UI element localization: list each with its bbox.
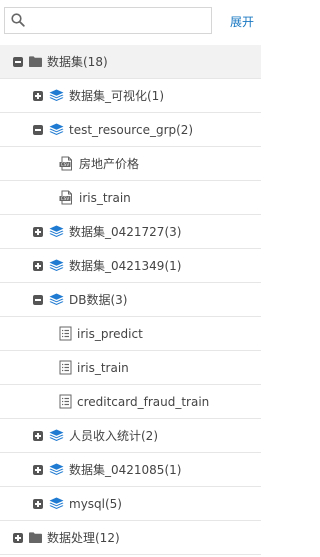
search-input[interactable]: [31, 10, 207, 31]
tree-node-label: 数据集_0421349(1): [69, 259, 182, 273]
layers-icon: [49, 497, 64, 510]
svg-text:CSV: CSV: [61, 162, 70, 167]
tree-node-group[interactable]: test_resource_grp(2): [0, 113, 261, 147]
layers-icon: [49, 293, 64, 306]
tree-node-label: iris_predict: [77, 326, 143, 341]
expand-toggle-icon[interactable]: [33, 226, 43, 237]
collapse-toggle-icon[interactable]: [33, 124, 43, 135]
search-box[interactable]: [4, 7, 212, 34]
tree-node-label: 数据处理(12): [47, 531, 120, 545]
tree-node-group[interactable]: 数据集_0421349(1): [0, 249, 261, 283]
csv-file-icon: CSV: [59, 190, 74, 205]
layers-icon: [49, 463, 64, 476]
layers-icon: [49, 429, 64, 442]
expand-toggle-icon[interactable]: [33, 430, 43, 441]
svg-text:CSV: CSV: [61, 196, 70, 201]
folder-icon: [29, 56, 42, 67]
layers-icon: [49, 123, 64, 136]
tree-leaf-dataset[interactable]: iris_predict: [0, 317, 261, 351]
folder-icon: [29, 532, 42, 543]
expand-toggle-icon[interactable]: [13, 532, 23, 543]
tree-leaf-dataset[interactable]: CSV 房地产价格: [0, 147, 261, 181]
tree-node-label: 数据集_0421085(1): [69, 463, 182, 477]
expand-toggle-icon[interactable]: [33, 498, 43, 509]
layers-icon: [49, 225, 64, 238]
expand-toggle-icon[interactable]: [33, 90, 43, 101]
tree-node-group[interactable]: 数据集_可视化(1): [0, 79, 261, 113]
collapse-toggle-icon[interactable]: [33, 294, 43, 305]
tree-node-label: 人员收入统计(2): [69, 429, 158, 443]
tree-node-group[interactable]: 数据集_0421085(1): [0, 453, 261, 487]
search-icon: [11, 13, 25, 27]
table-file-icon: [59, 360, 72, 375]
tree-node-label: DB数据(3): [69, 293, 128, 307]
tree-root-datasets[interactable]: 数据集(18): [0, 45, 261, 79]
tree-leaf-dataset[interactable]: creditcard_fraud_train: [0, 385, 261, 419]
tree-leaf-dataset[interactable]: iris_train: [0, 351, 261, 385]
tree-node-label: creditcard_fraud_train: [77, 394, 210, 409]
expand-toggle-icon[interactable]: [33, 260, 43, 271]
layers-icon: [49, 89, 64, 102]
tree-node-group[interactable]: 人员收入统计(2): [0, 419, 261, 453]
tree-node-label: 数据集_0421727(3): [69, 225, 182, 239]
tree-node-label: test_resource_grp(2): [69, 122, 194, 137]
tree-node-label: 数据集(18): [47, 55, 108, 69]
tree-node-label: iris_train: [79, 190, 131, 205]
csv-file-icon: CSV: [59, 156, 74, 171]
collapse-toggle-icon[interactable]: [13, 56, 23, 67]
dataset-tree: 数据集(18) 数据集_可视化(1) test_resource_grp(2): [0, 45, 261, 555]
expand-toggle-icon[interactable]: [33, 464, 43, 475]
table-file-icon: [59, 326, 72, 341]
table-file-icon: [59, 394, 72, 409]
tree-node-label: 数据集_可视化(1): [69, 89, 164, 103]
layers-icon: [49, 259, 64, 272]
expand-all-link[interactable]: 展开: [230, 13, 254, 30]
tree-node-label: 房地产价格: [79, 157, 140, 171]
tree-leaf-dataset[interactable]: CSV iris_train: [0, 181, 261, 215]
tree-node-group[interactable]: 数据集_0421727(3): [0, 215, 261, 249]
tree-node-label: iris_train: [77, 360, 129, 375]
tree-node-group[interactable]: DB数据(3): [0, 283, 261, 317]
tree-node-label: mysql(5): [69, 496, 122, 511]
tree-node-group[interactable]: mysql(5): [0, 487, 261, 521]
tree-root-data-processing[interactable]: 数据处理(12): [0, 521, 261, 555]
